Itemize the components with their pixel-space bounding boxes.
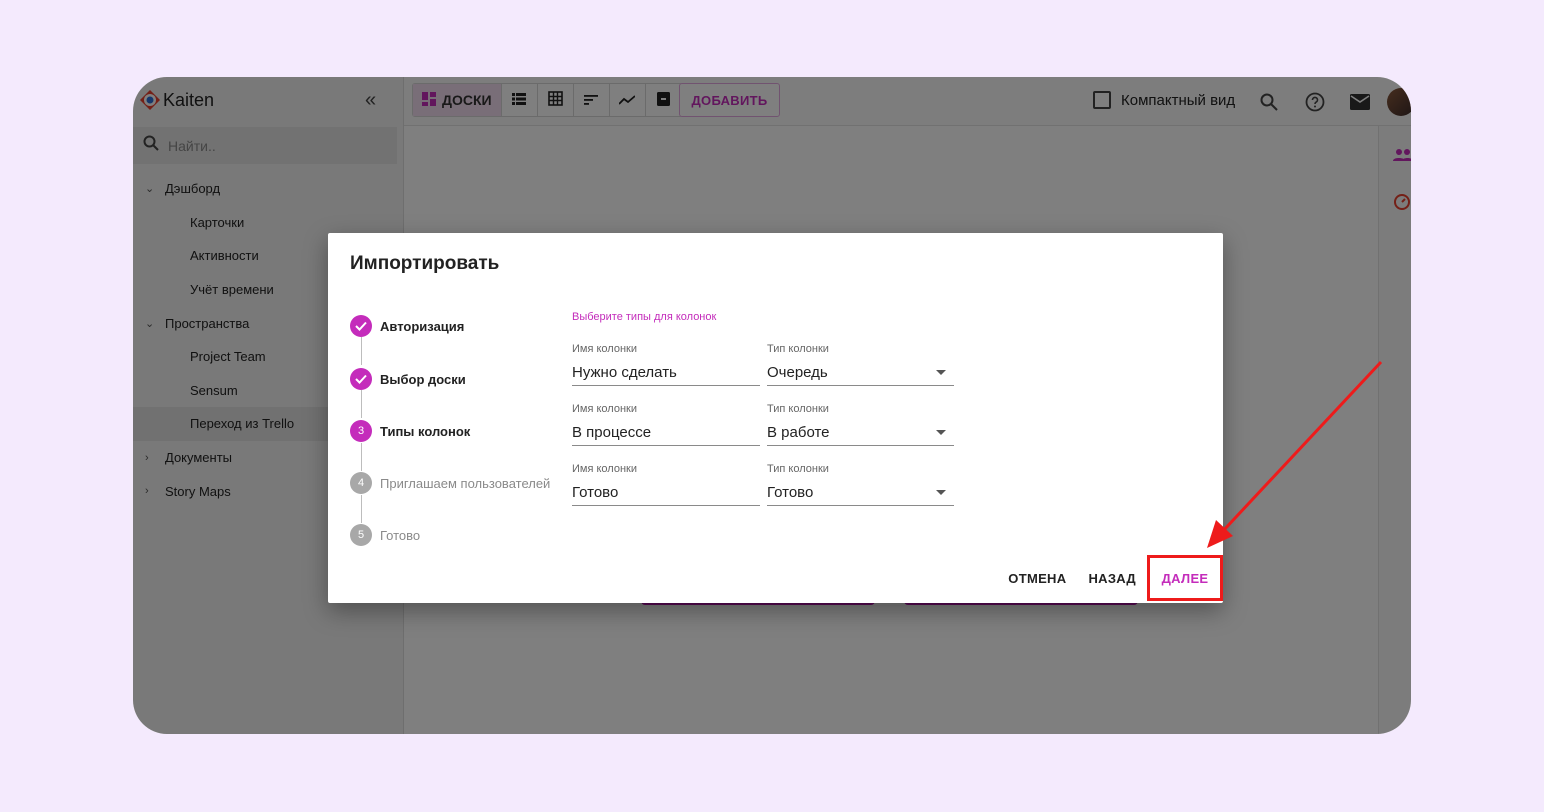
column-name-field: Имя колонки xyxy=(572,463,760,506)
column-types-hint: Выберите типы для колонок xyxy=(572,311,717,323)
field-label: Тип колонки xyxy=(767,343,829,355)
field-label: Тип колонки xyxy=(767,463,829,475)
column-type-field: Тип колонки Готово xyxy=(767,463,954,506)
field-label: Имя колонки xyxy=(572,463,637,475)
dialog-title: Импортировать xyxy=(350,253,500,274)
column-name-field: Имя колонки xyxy=(572,403,760,446)
stepper-connector xyxy=(361,337,362,365)
step-label: Авторизация xyxy=(380,318,465,334)
column-name-input[interactable] xyxy=(572,364,760,381)
step-label: Выбор доски xyxy=(380,371,466,387)
column-type-select[interactable]: В работе xyxy=(767,420,954,446)
step-number: 4 xyxy=(350,472,372,494)
column-type-value: Готово xyxy=(767,484,814,501)
stepper-connector xyxy=(361,495,362,523)
column-type-select[interactable]: Готово xyxy=(767,480,954,506)
step-invite-users: 4 Приглашаем пользователей xyxy=(350,472,550,494)
step-label: Приглашаем пользователей xyxy=(380,475,551,491)
column-name-input-wrap xyxy=(572,360,760,386)
stepper-connector xyxy=(361,390,362,418)
step-done: 5 Готово xyxy=(350,524,420,546)
next-button[interactable]: ДАЛЕЕ xyxy=(1147,555,1223,601)
dropdown-arrow-icon xyxy=(936,490,946,495)
column-type-field: Тип колонки Очередь xyxy=(767,343,954,386)
check-icon xyxy=(350,315,372,337)
step-board-select: Выбор доски xyxy=(350,368,466,390)
column-type-select[interactable]: Очередь xyxy=(767,360,954,386)
column-type-field: Тип колонки В работе xyxy=(767,403,954,446)
column-type-value: В работе xyxy=(767,424,830,441)
dropdown-arrow-icon xyxy=(936,430,946,435)
step-column-types: 3 Типы колонок xyxy=(350,420,470,442)
step-label: Типы колонок xyxy=(380,423,471,439)
column-name-input[interactable] xyxy=(572,484,760,501)
import-dialog: Импортировать Авторизация Выбор доски 3 … xyxy=(328,233,1223,603)
dialog-actions: ОТМЕНА НАЗАД ДАЛЕЕ xyxy=(997,553,1223,603)
step-number: 3 xyxy=(350,420,372,442)
step-authorization: Авторизация xyxy=(350,315,464,337)
field-label: Тип колонки xyxy=(767,403,829,415)
dropdown-arrow-icon xyxy=(936,370,946,375)
cancel-button[interactable]: ОТМЕНА xyxy=(997,571,1077,586)
column-name-input-wrap xyxy=(572,480,760,506)
check-icon xyxy=(350,368,372,390)
column-name-field: Имя колонки xyxy=(572,343,760,386)
stepper-connector xyxy=(361,443,362,471)
step-label: Готово xyxy=(380,527,421,543)
field-label: Имя колонки xyxy=(572,403,637,415)
step-number: 5 xyxy=(350,524,372,546)
column-name-input-wrap xyxy=(572,420,760,446)
column-type-value: Очередь xyxy=(767,364,828,381)
back-button[interactable]: НАЗАД xyxy=(1077,571,1147,586)
field-label: Имя колонки xyxy=(572,343,637,355)
column-name-input[interactable] xyxy=(572,424,760,441)
